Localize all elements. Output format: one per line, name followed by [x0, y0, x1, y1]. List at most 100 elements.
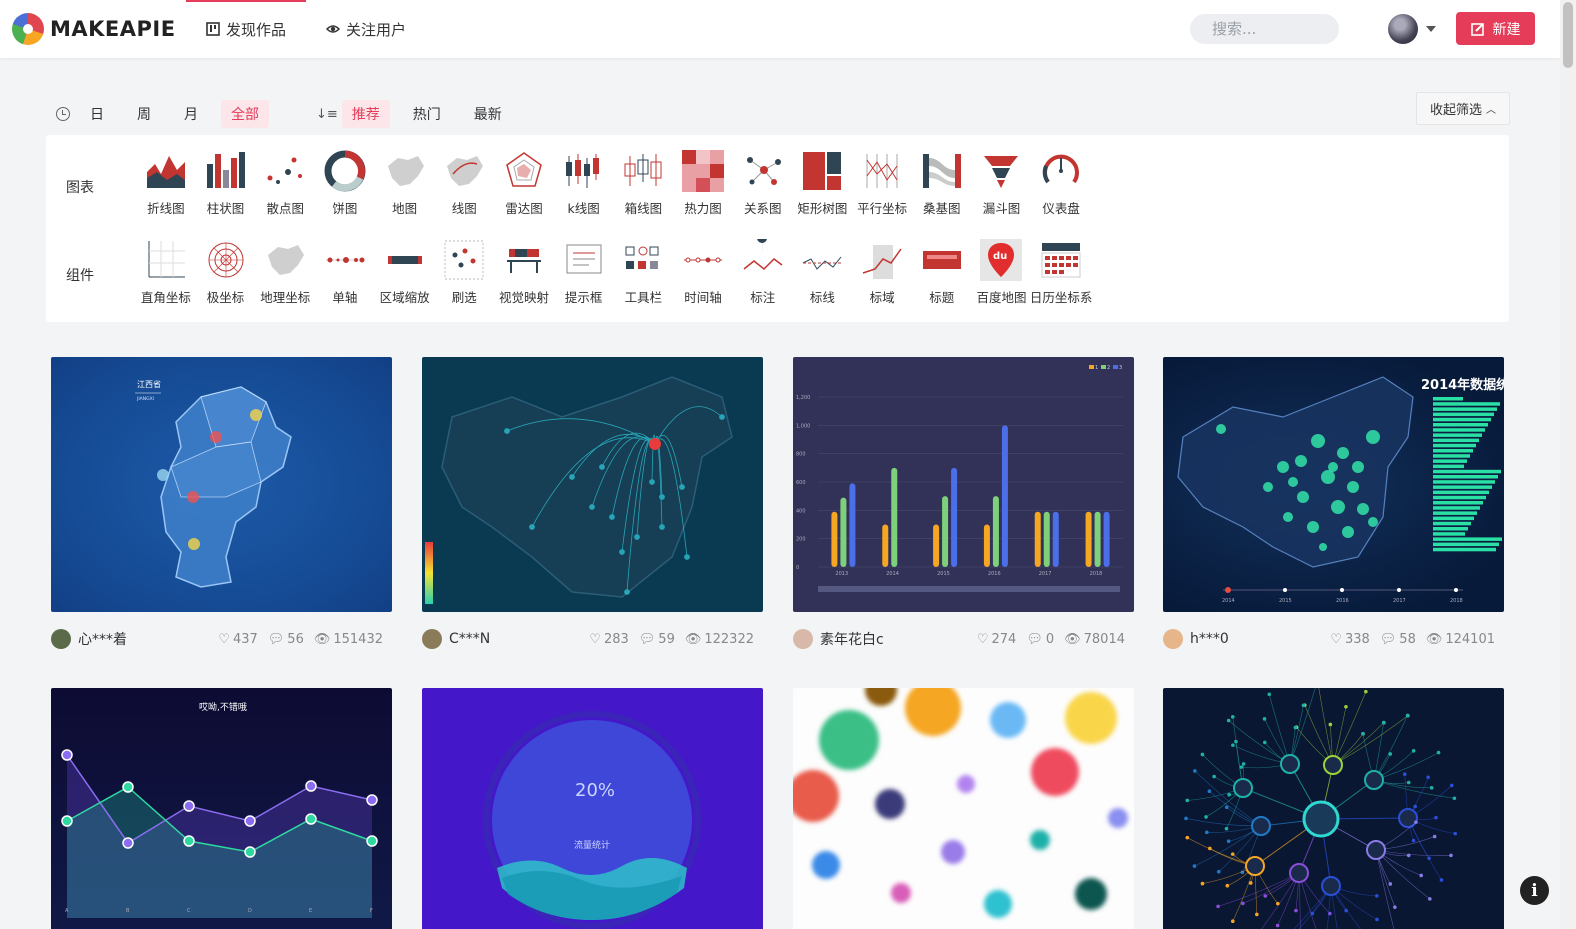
gallery-card[interactable]: 哎呦,不错哦 A B C D E F	[51, 688, 392, 929]
card-author[interactable]: C***N	[422, 629, 490, 649]
component-thumb-icon	[384, 239, 426, 281]
component-item[interactable]: 区域缩放	[375, 239, 435, 306]
map-point	[1283, 512, 1293, 522]
component-item[interactable]: 视觉映射	[494, 239, 554, 306]
filter-week[interactable]: 周	[127, 100, 161, 128]
chart-type-item[interactable]: 箱线图	[614, 150, 674, 217]
chart-type-item[interactable]: 仪表盘	[1031, 150, 1091, 217]
card-thumbnail[interactable]	[793, 688, 1134, 929]
chart-type-item[interactable]: 雷达图	[494, 150, 554, 217]
filter-all[interactable]: 全部	[221, 100, 269, 128]
component-item[interactable]: 刷选	[434, 239, 494, 306]
map-point	[1368, 517, 1378, 527]
tree-leaf	[1432, 834, 1437, 839]
tree-edge	[1332, 691, 1367, 766]
card-thumbnail[interactable]: 20% 流量统计	[422, 688, 763, 929]
collapse-filter-button[interactable]: 收起筛选 ︿	[1416, 92, 1510, 125]
card-thumbnail[interactable]	[422, 357, 763, 612]
sort-recommend[interactable]: 推荐	[341, 100, 390, 128]
card-thumbnail[interactable]: 0 200 400 600 800 1,000 1,200 2013 2014 2015 2016 2…	[793, 357, 1134, 612]
chart-type-item[interactable]: 散点图	[255, 150, 315, 217]
info-button[interactable]: i	[1520, 876, 1549, 905]
chart-type-item[interactable]: 柱状图	[196, 150, 256, 217]
chart-type-item[interactable]: 平行坐标	[852, 150, 912, 217]
x-tick-label: F	[370, 908, 373, 914]
component-item[interactable]: 地理坐标	[255, 239, 315, 306]
timeline-label: 2017	[1393, 598, 1406, 604]
chart-type-item[interactable]: 漏斗图	[972, 150, 1032, 217]
gallery-card[interactable]: 0 200 400 600 800 1,000 1,200 2013 2014 2015 2016 2…	[793, 357, 1134, 649]
sort-latest[interactable]: 最新	[464, 100, 512, 128]
gallery-card[interactable]	[1163, 688, 1504, 929]
card-thumbnail[interactable]: 2014年数据统 2014 2015 2016 2017 2018	[1163, 357, 1504, 612]
tree-leaf	[1200, 881, 1205, 886]
ranking-bar	[1433, 464, 1464, 469]
component-item[interactable]: du 百度地图	[972, 239, 1032, 306]
chart-type-item[interactable]: 桑基图	[912, 150, 972, 217]
component-item[interactable]: 极坐标	[196, 239, 256, 306]
nav-discover[interactable]: 发现作品	[186, 0, 307, 58]
card-author[interactable]: 素年花白c	[793, 629, 884, 649]
gallery-card[interactable]: 20% 流量统计	[422, 688, 763, 929]
map-point	[1263, 482, 1273, 492]
sort-hot[interactable]: 热门	[403, 100, 451, 128]
nav-discover-label: 发现作品	[226, 20, 287, 39]
component-item[interactable]: 标注	[733, 239, 793, 306]
like-stat[interactable]: ♡ 274	[977, 632, 1016, 647]
card-thumbnail[interactable]: 哎呦,不错哦 A B C D E F	[51, 688, 392, 929]
tree-leaf	[1375, 894, 1379, 898]
map-point	[1277, 461, 1289, 473]
like-stat[interactable]: ♡ 437	[218, 632, 257, 647]
chart-type-item[interactable]: k线图	[554, 150, 614, 217]
search-input[interactable]	[1190, 14, 1339, 44]
author-avatar	[51, 629, 71, 649]
chart-type-item[interactable]: 折线图	[136, 150, 196, 217]
like-stat[interactable]: ♡ 338	[1330, 632, 1369, 647]
logo[interactable]: MAKEAPIE	[12, 13, 176, 45]
chart-type-item[interactable]: 热力图	[673, 150, 733, 217]
filter-day[interactable]: 日	[80, 100, 114, 128]
component-item[interactable]: 提示框	[554, 239, 614, 306]
gallery-card[interactable]: 江西省 JIANGXI 心***着 ♡ 437 💬︎ 56 👁︎ 151432	[51, 357, 392, 649]
tree-leaf	[1449, 783, 1454, 788]
chart-type-item[interactable]: 线图	[434, 150, 494, 217]
new-button[interactable]: 新建	[1456, 12, 1535, 45]
y-tick-label: 600	[796, 480, 806, 486]
map-point	[1328, 462, 1338, 472]
chart-type-item[interactable]: 矩形树图	[793, 150, 853, 217]
heart-icon: ♡	[1330, 631, 1342, 647]
scrollbar-thumb[interactable]	[1563, 2, 1573, 68]
chart-type-item[interactable]: 饼图	[315, 150, 375, 217]
card-author[interactable]: h***0	[1163, 629, 1229, 649]
component-item[interactable]: 日历坐标系	[1030, 239, 1092, 306]
gallery-card[interactable]	[793, 688, 1134, 929]
chart-type-label: 平行坐标	[857, 201, 908, 216]
x-tick-label: C	[187, 908, 191, 914]
component-item[interactable]: 单轴	[315, 239, 375, 306]
tree-leaf	[1267, 692, 1272, 697]
component-item[interactable]: 标域	[852, 239, 912, 306]
card-thumbnail[interactable]: 江西省 JIANGXI	[51, 357, 392, 612]
card-author[interactable]: 心***着	[51, 629, 127, 649]
like-stat[interactable]: ♡ 283	[589, 632, 628, 647]
nav-follow[interactable]: 关注用户	[306, 0, 426, 58]
series-point	[61, 815, 73, 827]
components-row: 组件 直角坐标 极坐标 地理坐标 单轴 区域缩放 刷选 视觉映射 提示框 工具栏 时间轴 标注 标线 标…	[46, 239, 1092, 306]
chart-type-thumb-icon	[742, 150, 784, 192]
chart-type-label: 漏斗图	[982, 201, 1021, 216]
timeline-label: 2016	[1336, 598, 1349, 604]
chart-type-item[interactable]: 地图	[375, 150, 435, 217]
user-menu[interactable]	[1388, 14, 1436, 44]
gallery-card[interactable]: C***N ♡ 283 💬︎ 59 👁︎ 122322	[422, 357, 763, 649]
component-item[interactable]: 标线	[793, 239, 853, 306]
component-item[interactable]: 标题	[912, 239, 972, 306]
scrollbar[interactable]	[1560, 0, 1576, 929]
ranking-bar	[1433, 443, 1476, 448]
component-item[interactable]: 直角坐标	[136, 239, 196, 306]
card-thumbnail[interactable]	[1163, 688, 1504, 929]
gallery-card[interactable]: 2014年数据统 2014 2015 2016 2017 2018 h***0 ♡ 338…	[1163, 357, 1504, 649]
component-item[interactable]: 时间轴	[673, 239, 733, 306]
component-item[interactable]: 工具栏	[614, 239, 674, 306]
filter-month[interactable]: 月	[174, 100, 208, 128]
chart-type-item[interactable]: 关系图	[733, 150, 793, 217]
